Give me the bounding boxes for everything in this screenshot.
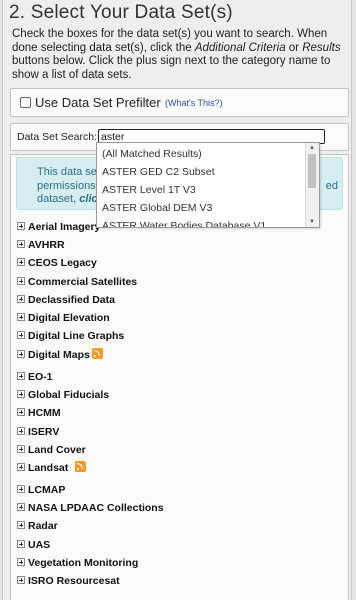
expand-plus-icon[interactable] [17, 427, 25, 435]
dataset-panel: 2. Select Your Data Set(s) Check the box… [2, 0, 352, 600]
expand-plus-icon[interactable] [17, 240, 25, 248]
expand-plus-icon[interactable] [17, 390, 25, 398]
prefilter-label[interactable]: Use Data Set Prefilter [35, 95, 161, 110]
category-label[interactable]: Vegetation Monitoring [28, 556, 138, 570]
instructions-text: Check the boxes for the data set(s) you … [12, 28, 348, 82]
notice-line: ed [325, 180, 338, 192]
dropdown-option[interactable]: ASTER Global DEM V3 [97, 199, 306, 217]
scrollbar-thumb[interactable] [308, 154, 316, 188]
expand-plus-icon[interactable] [17, 313, 25, 321]
expand-plus-icon[interactable] [17, 445, 25, 453]
category-label[interactable]: EO-1 [28, 370, 53, 384]
category-label[interactable]: Radar [28, 519, 58, 533]
category-label[interactable]: Declassified Data [28, 293, 115, 307]
scroll-down-icon[interactable]: ▼ [309, 219, 315, 225]
whats-this-link[interactable]: (What's This?) [165, 98, 223, 108]
instructions-part: or [285, 41, 303, 54]
scroll-up-icon[interactable]: ▲ [309, 145, 315, 151]
category-label[interactable]: Landsat [28, 461, 68, 475]
category-label[interactable]: UAS [28, 538, 50, 552]
expand-plus-icon[interactable] [17, 331, 25, 339]
expand-plus-icon[interactable] [17, 295, 25, 303]
category-label[interactable]: ISERV [28, 425, 59, 439]
category-label[interactable]: Global Fiducials [28, 388, 109, 402]
search-suggestions-dropdown[interactable]: ▲ ▼ (All Matched Results) ASTER GED C2 Su… [96, 142, 320, 228]
category-label[interactable]: HCMM [28, 406, 61, 420]
instructions-results: Results [302, 41, 341, 54]
notice-line: dataset, [37, 193, 80, 205]
category-label[interactable]: NASA LPDAAC Collections [28, 501, 164, 515]
expand-plus-icon[interactable] [17, 258, 25, 266]
dataset-search-label: Data Set Search: [17, 131, 97, 143]
category-label[interactable]: Land Cover [28, 443, 86, 457]
expand-plus-icon[interactable] [17, 540, 25, 548]
category-label[interactable]: Digital Maps [28, 348, 90, 362]
dropdown-option[interactable]: ASTER GED C2 Subset [97, 163, 306, 181]
expand-plus-icon[interactable] [17, 576, 25, 584]
expand-plus-icon[interactable] [17, 558, 25, 566]
prefilter-box: Use Data Set Prefilter (What's This?) [10, 88, 349, 117]
category-label[interactable]: Digital Elevation [28, 311, 110, 325]
rss-feed-icon[interactable] [75, 461, 86, 472]
category-label[interactable]: LCMAP [28, 483, 65, 497]
instructions-part: buttons below. Click the plus sign next … [12, 55, 331, 81]
expand-plus-icon[interactable] [17, 222, 25, 230]
expand-plus-icon[interactable] [17, 521, 25, 529]
expand-plus-icon[interactable] [17, 277, 25, 285]
category-label[interactable]: Digital Line Graphs [28, 329, 124, 343]
dropdown-option[interactable]: ASTER Water Bodies Database V1 [97, 217, 306, 227]
expand-plus-icon[interactable] [17, 485, 25, 493]
expand-plus-icon[interactable] [17, 408, 25, 416]
dropdown-option[interactable]: (All Matched Results) [97, 145, 306, 163]
expand-plus-icon[interactable] [17, 372, 25, 380]
category-label[interactable]: Commercial Satellites [28, 275, 137, 289]
expand-plus-icon[interactable] [17, 463, 25, 471]
dropdown-scrollbar[interactable]: ▲ ▼ [305, 143, 319, 227]
dropdown-option[interactable]: ASTER Level 1T V3 [97, 181, 306, 199]
category-label[interactable]: CEOS Legacy [28, 256, 97, 270]
instructions-additional-criteria: Additional Criteria [194, 41, 286, 54]
category-label[interactable]: AVHRR [28, 238, 65, 252]
section-heading: 2. Select Your Data Set(s) [9, 2, 233, 23]
expand-plus-icon[interactable] [17, 350, 25, 358]
rss-feed-icon[interactable] [92, 348, 103, 359]
expand-plus-icon[interactable] [17, 503, 25, 511]
category-label[interactable]: ISRO Resourcesat [28, 574, 120, 588]
prefilter-checkbox[interactable] [20, 97, 31, 108]
category-label[interactable]: Aerial Imagery [28, 220, 100, 234]
